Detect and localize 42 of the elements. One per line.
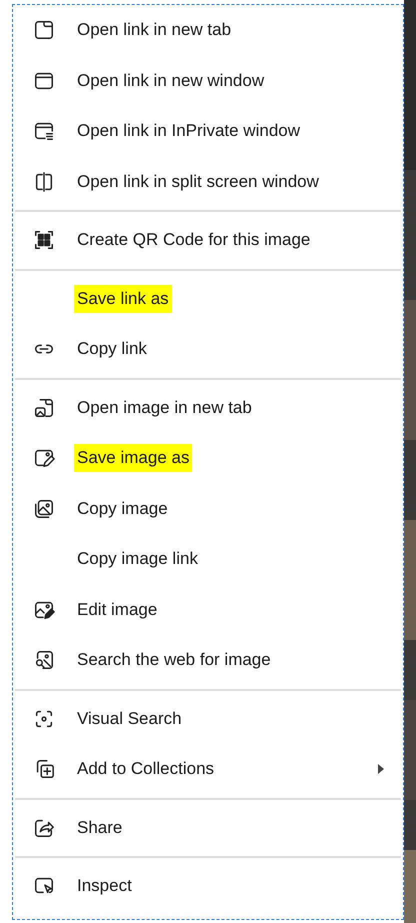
menu-item-label: Open link in new window bbox=[77, 70, 264, 92]
image-search-icon bbox=[33, 649, 55, 672]
menu-item-label: Save image as bbox=[74, 444, 192, 472]
menu-item-label: Share bbox=[77, 816, 122, 839]
menu-item[interactable]: Share bbox=[13, 802, 403, 853]
menu-item-label: Open link in split screen window bbox=[77, 170, 319, 193]
menu-item[interactable]: Copy image link bbox=[13, 534, 403, 584]
menu-item-label: Save link as bbox=[74, 284, 172, 313]
menu-item-label: Copy link bbox=[77, 338, 147, 360]
menu-item-label: Visual Search bbox=[77, 708, 182, 730]
qr-code-icon bbox=[33, 229, 55, 252]
menu-item[interactable]: Open link in InPrivate window bbox=[13, 106, 403, 156]
menu-item-label: Edit image bbox=[77, 598, 158, 621]
menu-item[interactable]: Search the web for image bbox=[13, 635, 403, 686]
menu-item[interactable]: Edit image bbox=[13, 584, 403, 635]
menu-item-label: Inspect bbox=[77, 875, 132, 898]
tab-icon bbox=[33, 19, 55, 42]
menu-item[interactable]: Copy link bbox=[13, 324, 403, 374]
menu-item[interactable]: Open link in split screen window bbox=[13, 156, 403, 207]
menu-item[interactable]: Add to Collections bbox=[13, 744, 403, 794]
menu-item[interactable]: Save link as bbox=[13, 274, 403, 324]
menu-item[interactable]: Open image in new tab bbox=[13, 382, 403, 433]
menu-item-label: Open image in new tab bbox=[77, 396, 252, 419]
menu-item[interactable]: Inspect bbox=[13, 861, 403, 912]
image-tab-icon bbox=[33, 396, 55, 419]
menu-item[interactable]: Create QR Code for this image bbox=[13, 215, 403, 266]
menu-item-label: Open link in InPrivate window bbox=[77, 120, 300, 142]
image-pencil-icon bbox=[33, 447, 55, 470]
menu-item[interactable]: Copy image bbox=[13, 484, 403, 534]
menu-item[interactable]: Visual Search bbox=[13, 694, 403, 744]
menu-item-label: Open link in new tab bbox=[77, 19, 232, 42]
image-copy-icon bbox=[33, 498, 55, 520]
menu-item-label: Create QR Code for this image bbox=[77, 229, 310, 252]
menu-item-label: Search the web for image bbox=[77, 649, 271, 672]
menu-item[interactable]: Save image as bbox=[13, 433, 403, 484]
menu-item[interactable]: Open link in new window bbox=[13, 56, 403, 106]
menu-item[interactable]: Open link in new tab bbox=[13, 5, 403, 56]
private-window-icon bbox=[33, 120, 55, 142]
menu-item-label: Copy image bbox=[77, 498, 168, 520]
split-screen-icon bbox=[33, 170, 55, 193]
menu-item-label: Add to Collections bbox=[77, 758, 214, 780]
menu-item-label: Copy image link bbox=[77, 548, 198, 570]
